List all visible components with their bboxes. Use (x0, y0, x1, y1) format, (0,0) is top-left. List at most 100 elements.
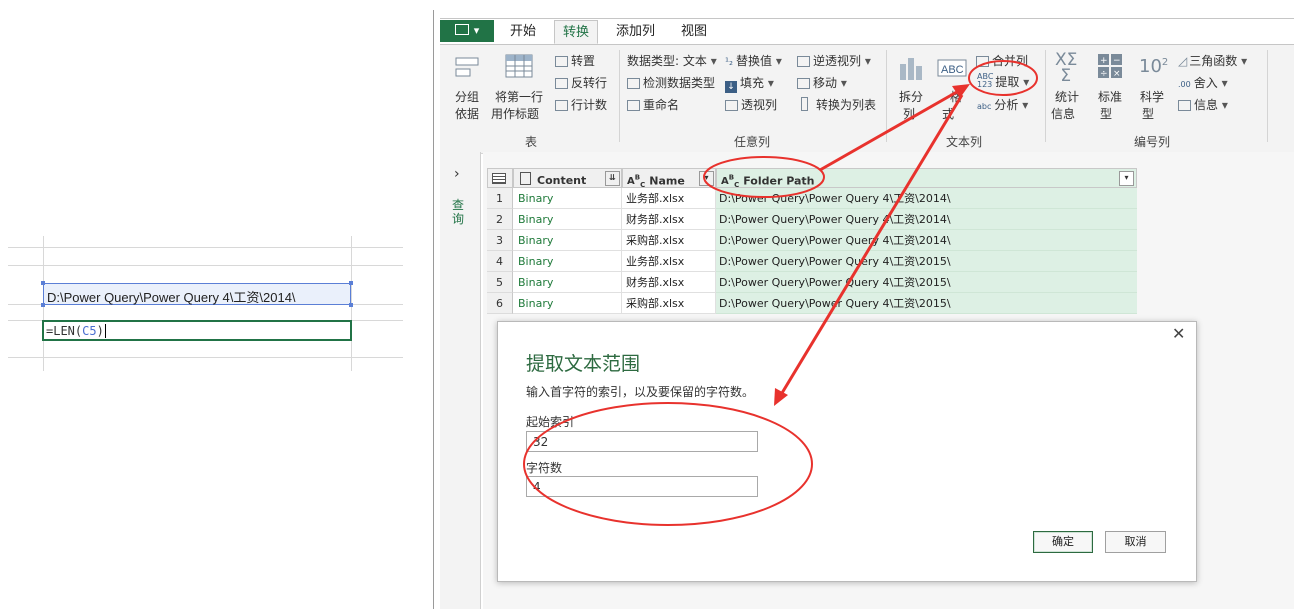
selection-handle[interactable] (349, 303, 353, 307)
table-cell-content[interactable]: Binary (513, 272, 622, 293)
parse-icon: abc (977, 102, 992, 111)
tab-transform[interactable]: 转换 (554, 20, 599, 44)
scientific-label-2: 型 (1142, 107, 1155, 121)
table-cell-name[interactable]: 财务部.xlsx (622, 209, 716, 230)
count-rows-icon (555, 100, 568, 111)
trig-button[interactable]: ◿ 三角函数 ▾ (1178, 52, 1247, 69)
table-cell-path[interactable]: D:\Power Query\Power Query 4\工资\2015\ (716, 272, 1137, 293)
transpose-button[interactable]: 转置 (555, 52, 595, 69)
group-by-label-2: 依据 (455, 107, 480, 121)
formula-cell[interactable]: =LEN(C5) (42, 320, 352, 341)
rename-button[interactable]: 重命名 (627, 96, 679, 113)
rename-icon (627, 100, 640, 111)
tab-view[interactable]: 视图 (681, 20, 707, 44)
dropdown-arrow-icon: ▾ (1221, 98, 1228, 112)
table-cell-name[interactable]: 财务部.xlsx (622, 272, 716, 293)
close-icon[interactable]: ✕ (1172, 324, 1185, 343)
rounding-label: 舍入 (1193, 76, 1218, 90)
to-list-label: 转换为列表 (816, 98, 877, 112)
scientific-label-1: 科学 (1140, 90, 1165, 104)
rounding-button[interactable]: .00 舍入 ▾ (1178, 74, 1228, 91)
formula-func: =LEN( (46, 324, 83, 338)
transpose-icon (555, 56, 568, 67)
ok-button[interactable]: 确定 (1033, 531, 1093, 553)
information-button[interactable]: 信息 ▾ (1178, 96, 1228, 113)
parse-label: 分析 (994, 98, 1019, 112)
dropdown-arrow-icon: ▾ (864, 54, 871, 68)
formula-close: ) (96, 324, 104, 338)
dropdown-arrow-icon: ▾ (1023, 75, 1030, 89)
merge-columns-label: 合并列 (992, 54, 1029, 68)
binary-type-icon (520, 172, 531, 185)
fill-label: 填充 (740, 76, 765, 90)
unpivot-label: 逆透视列 (813, 54, 862, 68)
table-cell-name[interactable]: 业务部.xlsx (622, 188, 716, 209)
selection-handle[interactable] (349, 281, 353, 285)
to-list-button[interactable]: 转换为列表 (801, 96, 876, 113)
list-icon (801, 97, 808, 111)
table-cell-content[interactable]: Binary (513, 209, 622, 230)
move-label: 移动 (813, 76, 838, 90)
parse-button[interactable]: abc 分析 ▾ (977, 96, 1028, 113)
filter-icon: ⇊ (605, 171, 620, 186)
split-label-1: 拆分 (899, 90, 924, 104)
extract-button[interactable]: ABC 123 提取 ▾ (977, 73, 1029, 90)
gridline (8, 265, 403, 266)
format-label-2: 式 (942, 107, 955, 121)
dropdown-arrow-icon: ▾ (767, 76, 774, 90)
table-cell-content[interactable]: Binary (513, 251, 622, 272)
table-cell-path[interactable]: D:\Power Query\Power Query 4\工资\2014\ (716, 188, 1137, 209)
replace-values-button[interactable]: ¹₂ 替换值 ▾ (725, 52, 782, 69)
column-header-name[interactable]: ABC Name ▾ (622, 168, 716, 189)
pivot-button[interactable]: 透视列 (725, 96, 777, 113)
table-cell-path[interactable]: D:\Power Query\Power Query 4\工资\2015\ (716, 251, 1137, 272)
selection-handle[interactable] (41, 281, 45, 285)
table-menu-button[interactable] (487, 168, 513, 188)
split-label-2: 列 (903, 107, 916, 121)
table-cell-path[interactable]: D:\Power Query\Power Query 4\工资\2015\ (716, 293, 1137, 314)
merge-columns-button[interactable]: 合并列 (976, 52, 1028, 69)
ribbon-separator (1045, 50, 1046, 142)
count-rows-button[interactable]: 行计数 (555, 96, 607, 113)
row-number: 3 (487, 230, 513, 251)
table-cell-content[interactable]: Binary (513, 188, 622, 209)
transpose-label: 转置 (571, 54, 596, 68)
ribbon-separator (619, 50, 620, 142)
table-cell-path[interactable]: D:\Power Query\Power Query 4\工资\2014\ (716, 209, 1137, 230)
table-group-label: 表 (525, 135, 538, 149)
data-type-dropdown[interactable]: 数据类型: 文本 ▾ (627, 52, 717, 69)
table-icon (492, 173, 506, 184)
standard-operations-icon: + − ÷ × (1098, 54, 1122, 79)
chevron-right-icon[interactable]: › (454, 166, 460, 182)
table-cell-content[interactable]: Binary (513, 230, 622, 251)
dialog-title: 提取文本范围 (526, 353, 641, 375)
table-cell-name[interactable]: 采购部.xlsx (622, 230, 716, 251)
tab-home[interactable]: 开始 (510, 20, 536, 44)
ribbon-separator (1267, 50, 1268, 142)
fill-button[interactable]: ↓ 填充 ▾ (725, 74, 774, 93)
merge-columns-icon (976, 56, 989, 67)
pivot-icon (725, 100, 738, 111)
file-menu-button[interactable]: ▾ (440, 20, 494, 42)
table-cell-path[interactable]: D:\Power Query\Power Query 4\工资\2014\ (716, 230, 1137, 251)
reverse-rows-button[interactable]: 反转行 (555, 74, 607, 91)
selection-handle[interactable] (41, 303, 45, 307)
start-index-input[interactable] (526, 431, 758, 452)
detect-type-button[interactable]: 检测数据类型 (627, 74, 715, 91)
queries-pane-label: 查询 (452, 198, 465, 226)
column-header-content[interactable]: Content ⇊ (513, 168, 622, 188)
cancel-button[interactable]: 取消 (1105, 531, 1166, 553)
column-header-folder-path[interactable]: ABC Folder Path ▾ (716, 168, 1137, 189)
move-button[interactable]: 移动 ▾ (797, 74, 847, 91)
table-cell-name[interactable]: 采购部.xlsx (622, 293, 716, 314)
cell-c4-text: D:\Power Query\Power Query 4\工资\2014\ (47, 290, 296, 305)
table-cell-content[interactable]: Binary (513, 293, 622, 314)
char-count-input[interactable] (526, 476, 758, 497)
statistics-label-1: 统计 (1055, 90, 1080, 104)
svg-text:ABC: ABC (941, 64, 964, 76)
tab-add-column[interactable]: 添加列 (616, 20, 655, 44)
table-cell-name[interactable]: 业务部.xlsx (622, 251, 716, 272)
cell-c4[interactable]: D:\Power Query\Power Query 4\工资\2014\ (43, 283, 351, 305)
replace-values-label: 替换值 (736, 54, 773, 68)
unpivot-button[interactable]: 逆透视列 ▾ (797, 52, 871, 69)
